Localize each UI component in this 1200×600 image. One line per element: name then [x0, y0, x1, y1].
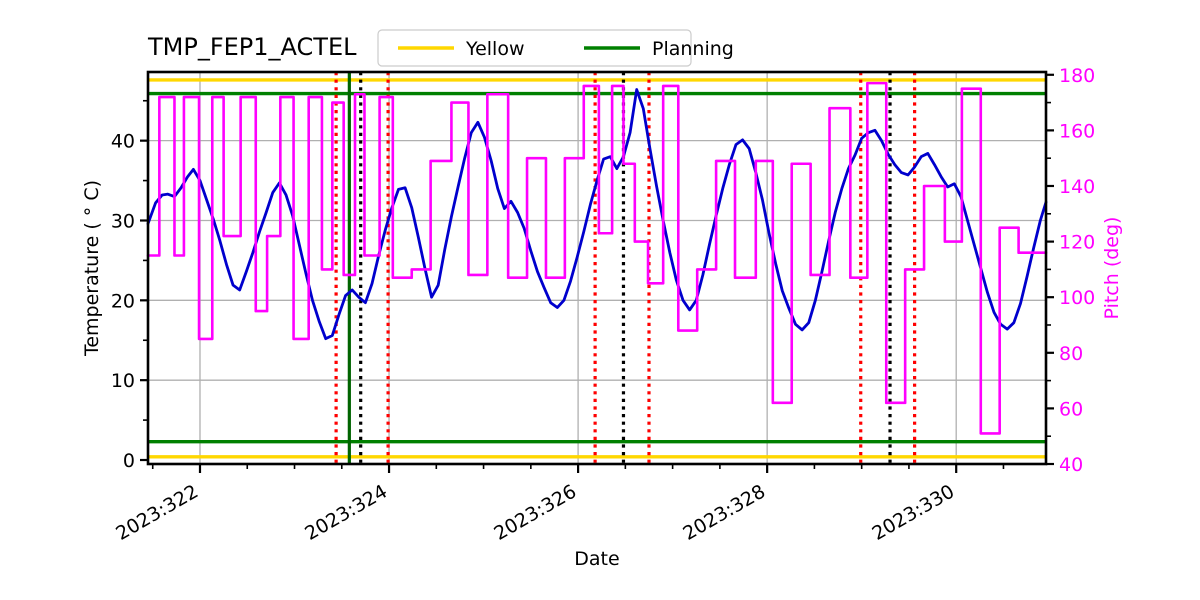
y-tick-label-right: 60 [1059, 398, 1083, 420]
temperature-pitch-chart: 2023:322 2023:324 2023:326 2023:328 2023:330… [0, 0, 1200, 600]
y-tick-label-right: 160 [1059, 120, 1095, 142]
y-tick-label-right: 140 [1059, 176, 1095, 198]
y-tick-label-left: 30 [111, 210, 135, 232]
plot-area [148, 72, 1046, 464]
legend-label-yellow: Yellow [465, 38, 525, 60]
y-tick-label-right: 40 [1059, 454, 1083, 476]
chart-legend: Yellow Planning [377, 29, 734, 67]
x-axis-title: Date [574, 548, 619, 570]
legend-label-planning: Planning [652, 38, 734, 60]
y-tick-label-right: 80 [1059, 343, 1083, 365]
chart-title: TMP_FEP1_ACTEL [147, 33, 357, 61]
y-tick-label-left: 0 [123, 450, 135, 472]
y-tick-label-right: 180 [1059, 65, 1095, 87]
y-tick-label-right: 100 [1059, 287, 1095, 309]
y-axis-title-right: Pitch (deg) [1101, 217, 1123, 320]
y-tick-label-left: 40 [111, 131, 135, 153]
y-axis-title-left: Temperature ( ° C) [81, 180, 103, 357]
y-tick-label-right: 120 [1059, 232, 1095, 254]
y-tick-label-left: 20 [111, 290, 135, 312]
y-tick-label-left: 10 [111, 370, 135, 392]
chart-figure: 2023:322 2023:324 2023:326 2023:328 2023:330… [0, 0, 1200, 600]
